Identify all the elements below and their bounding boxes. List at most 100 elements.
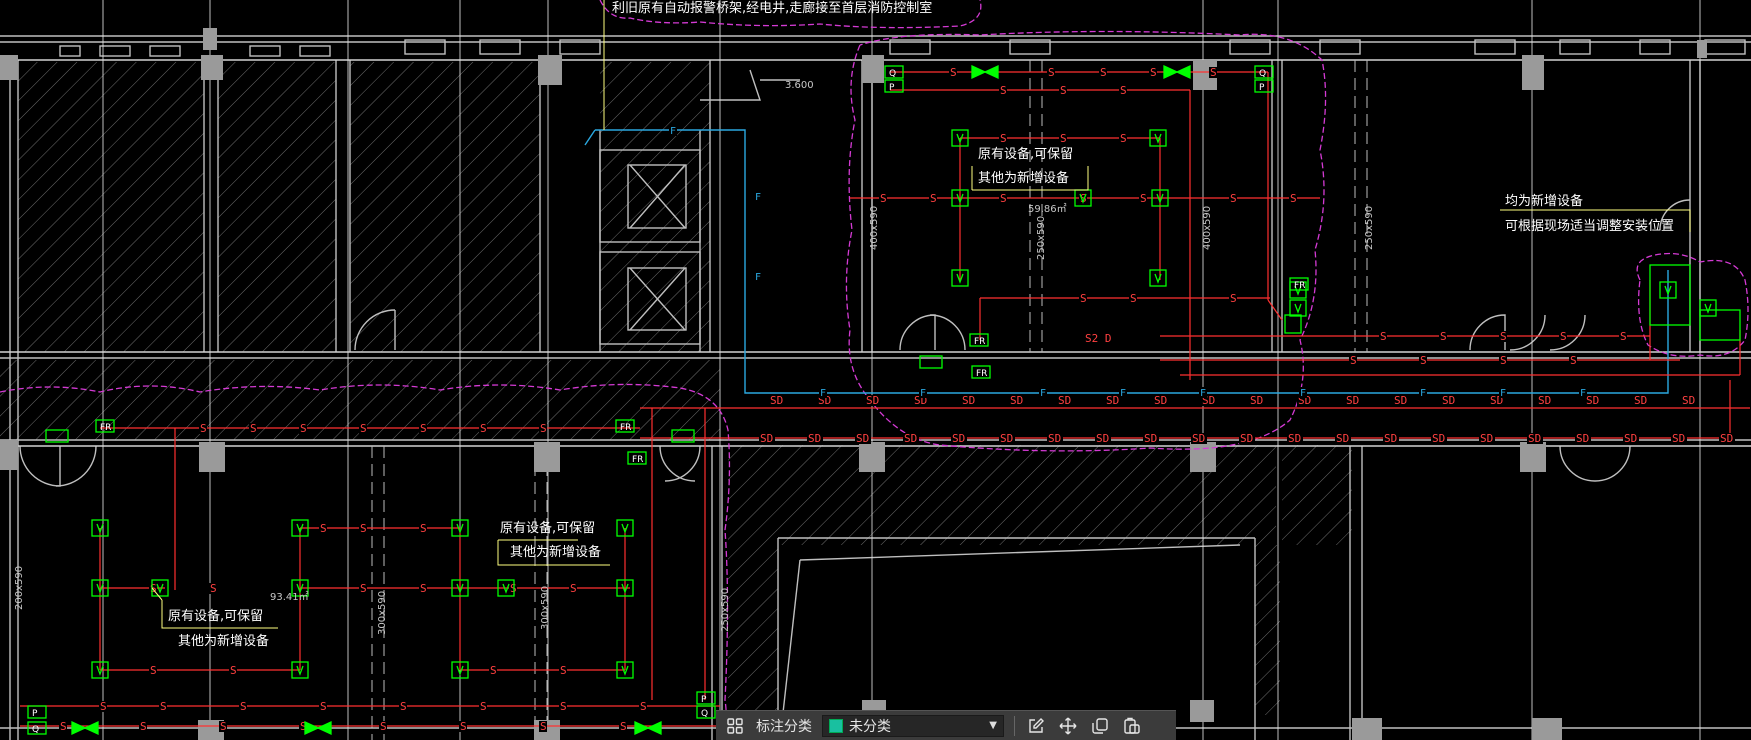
- wire-label-s: S: [1060, 84, 1067, 97]
- wire-label-s: S: [1500, 330, 1507, 343]
- wire-label-sd: SD: [962, 394, 975, 407]
- wire-label-s: S: [1080, 292, 1087, 305]
- wire-label-s: S: [1440, 330, 1447, 343]
- wire-label-s: S: [880, 192, 887, 205]
- edit-icon[interactable]: [1025, 715, 1047, 737]
- wire-label-sd: SD: [1384, 432, 1397, 445]
- keep-note-a: 原有设备,可保留: [978, 146, 1073, 162]
- wire-label-s: S: [1048, 66, 1055, 79]
- copy-icon[interactable]: [1089, 715, 1111, 737]
- wire-label-sd: SD: [1528, 432, 1541, 445]
- valve-icon: [1163, 64, 1191, 80]
- wire-label-s: S: [480, 700, 487, 713]
- wire-label-s: S: [420, 522, 427, 535]
- wire-label-sd: SD: [952, 432, 965, 445]
- wire-label-s: S: [360, 422, 367, 435]
- wire-label-s: S: [240, 700, 247, 713]
- wire-label-sd: SD: [1288, 432, 1301, 445]
- wire-label-f: F: [755, 272, 761, 283]
- wire-label-s: S: [1060, 132, 1067, 145]
- wire-label-s: S: [140, 720, 147, 733]
- wire-label-s: S: [620, 720, 627, 733]
- control-panel: [1649, 264, 1691, 326]
- smoke-detector-mark: [1704, 303, 1712, 314]
- category-select[interactable]: 未分类 ▼: [822, 714, 1004, 737]
- layers-icon[interactable]: [724, 715, 746, 737]
- wire-label-sd: SD: [1538, 394, 1551, 407]
- wire-label-s: S: [1620, 330, 1627, 343]
- wire-label-sd: SD: [1442, 394, 1455, 407]
- wire-label-s: S: [1230, 192, 1237, 205]
- elevation-label: 3.600: [785, 80, 814, 91]
- wire-label-sd: SD: [1346, 394, 1359, 407]
- wire-label-s: S: [950, 66, 957, 79]
- adjust-note: 可根据现场适当调整安装位置: [1505, 219, 1674, 234]
- keep-note-c: 原有设备,可保留: [168, 608, 263, 624]
- new-note-b: 其他为新增设备: [510, 544, 601, 560]
- device-tag-text: FR: [1294, 281, 1305, 291]
- new-all-note: 均为新增设备: [1505, 193, 1583, 209]
- wire-label-s: S: [570, 582, 577, 595]
- wire-label-s: S: [1500, 354, 1507, 367]
- wire-label-sd: SD: [1250, 394, 1263, 407]
- move-icon[interactable]: [1057, 715, 1079, 737]
- wire-label-s: S: [1100, 66, 1107, 79]
- device-tag-text: Q: [1259, 69, 1266, 79]
- wire-label-sd: SD: [1624, 432, 1637, 445]
- wire-label-s: S: [540, 422, 547, 435]
- wire-label-s: S: [1560, 330, 1567, 343]
- wire-label-s: S: [360, 522, 367, 535]
- wire-label-sd: SD: [1672, 432, 1685, 445]
- category-label: 标注分类: [756, 718, 812, 735]
- toolbar-divider: [1014, 715, 1015, 736]
- dim-250x590-b: 250x590: [1364, 206, 1375, 250]
- device-tag-text: FR: [100, 423, 111, 433]
- annotation-toolbar: 标注分类 未分类 ▼: [716, 710, 1176, 740]
- new-note-a: 其他为新增设备: [978, 170, 1069, 186]
- wire-label-f: F: [920, 388, 926, 399]
- wire-label-s: S: [1230, 292, 1237, 305]
- wire-label-f: F: [670, 126, 676, 137]
- wire-label-s: S: [1570, 354, 1577, 367]
- wire-label-sd: SD: [1000, 432, 1013, 445]
- wire-label-s: S: [200, 422, 207, 435]
- wire-label-sd: SD: [1010, 394, 1023, 407]
- area-label-a: 59.86㎡: [1028, 203, 1067, 215]
- wire-label-sd: SD: [1576, 432, 1589, 445]
- wire-label-sd: SD: [1106, 394, 1119, 407]
- chevron-down-icon: ▼: [989, 720, 997, 731]
- wire-label-s: S: [1290, 192, 1297, 205]
- dim-200x590: 200x590: [14, 566, 25, 610]
- valve-icon: [634, 720, 662, 736]
- wire-label-f: F: [1300, 388, 1306, 399]
- wire-label-sd: SD: [1096, 432, 1109, 445]
- dim-300x590-b: 300x590: [540, 586, 551, 630]
- wire-label-s: S: [1380, 330, 1387, 343]
- wire-label-sd: SD: [1720, 432, 1733, 445]
- device-tag-text: FR: [632, 455, 643, 465]
- wire-label-sd: SD: [1634, 394, 1647, 407]
- category-value: 未分类: [849, 718, 891, 735]
- paste-icon[interactable]: [1121, 715, 1143, 737]
- module-box: [1284, 314, 1302, 334]
- valve-icon: [71, 720, 99, 736]
- control-panel: [1699, 309, 1741, 341]
- wire-label-f: F: [820, 388, 826, 399]
- wire-label-sd: SD: [1240, 432, 1253, 445]
- wire-label-s: S: [220, 720, 227, 733]
- wire-label-f: F: [1200, 388, 1206, 399]
- wire-label-sd: SD: [1154, 394, 1167, 407]
- wire-label-s: S: [300, 422, 307, 435]
- device-tag-text: Q: [32, 725, 39, 735]
- wire-label-s: S: [480, 422, 487, 435]
- wire-label-sd: SD: [1394, 394, 1407, 407]
- wire-label-sd: SD: [770, 394, 783, 407]
- wire-label-sd: SD: [1058, 394, 1071, 407]
- dim-250x590-c: 250x590: [720, 588, 731, 632]
- cad-drawing-canvas[interactable]: S S S S SS S SS S SS S S S S S SS S SS S S S SS S S SS S S S S S SS SS…: [0, 0, 1751, 740]
- wire-label-s: S: [1350, 354, 1357, 367]
- wire-label-s: S: [150, 664, 157, 677]
- wire-label-s: S: [1000, 132, 1007, 145]
- dim-s2d: S2 D: [1085, 332, 1112, 345]
- device-tag-text: FR: [620, 423, 631, 433]
